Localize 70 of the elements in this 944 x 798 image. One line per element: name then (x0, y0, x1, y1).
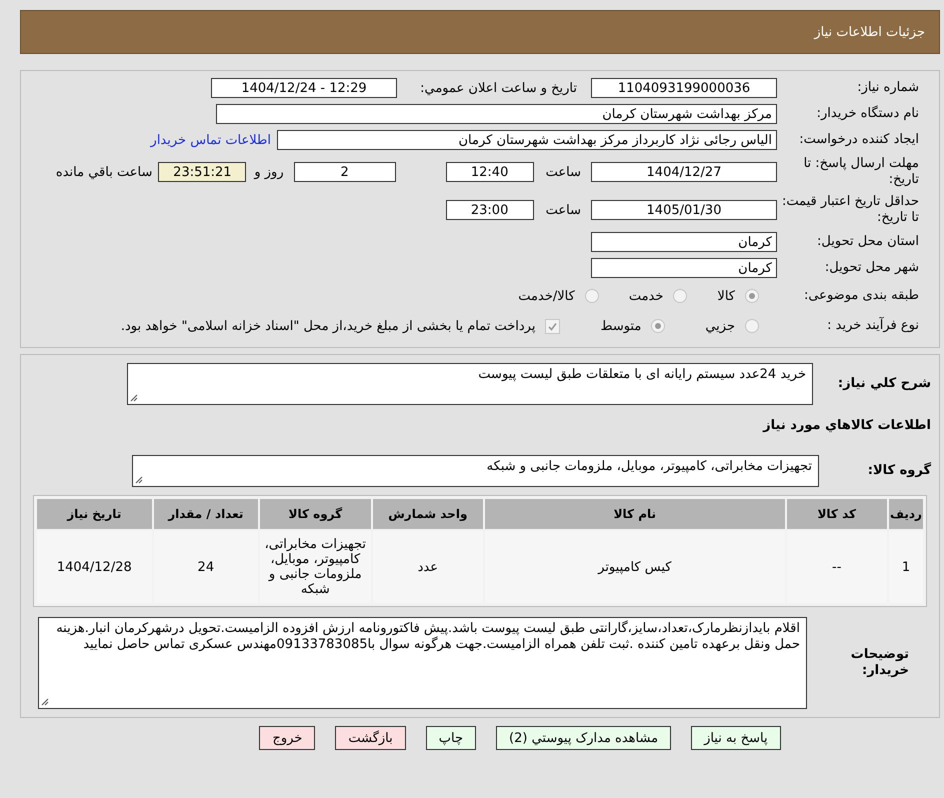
radio-button[interactable] (673, 289, 688, 303)
column-header: واحد شمارش (372, 499, 484, 529)
description-area[interactable]: خرید 24عدد سیستم رایانه ای با متعلقات طبق لیست پیوست (127, 363, 813, 405)
field-label: شرح كلي نياز: (836, 376, 932, 392)
treasury-note: پرداخت تمام یا بخشی از مبلغ خرید،از محل "اسناد خزانه اسلامی" خواهد بود. (120, 318, 536, 334)
table-cell: 24 (154, 531, 258, 603)
radio-button[interactable] (584, 289, 599, 303)
column-header: تاریخ نیاز (37, 499, 152, 529)
section-heading: اطلاعات كالاهاي مورد نياز (762, 418, 932, 434)
field-label: شماره نیاز: (856, 80, 920, 96)
field-label: مهلت ارسال پاسخ: تا تاریخ: (802, 156, 920, 188)
radio-label: کالا (717, 288, 735, 304)
field-label: نوع فرآیند خرید : (826, 318, 920, 334)
action-button[interactable]: خروج (259, 726, 316, 750)
action-button[interactable]: مشاهده مدارک پیوستي (2) (496, 726, 672, 750)
header-title: جزئیات اطلاعات نیاز (814, 24, 925, 40)
checkbox[interactable] (545, 318, 560, 334)
field-label: توضیحات خریدار: (850, 647, 910, 679)
table-cell: -- (786, 531, 887, 603)
column-header: تعداد / مقدار (154, 499, 258, 529)
field-label: نام دستگاه خریدار: (816, 106, 920, 122)
text-field[interactable]: مرکز بهداشت شهرستان کرمان (216, 104, 777, 124)
radio-label: کالا/خدمت (518, 288, 575, 304)
checkmark-icon (548, 322, 558, 330)
radio-label: جزيي (705, 318, 735, 334)
column-header: گروه کالا (260, 499, 371, 529)
action-button[interactable]: پاسخ به نياز (691, 726, 781, 750)
text-field[interactable]: 1405/01/30 (591, 200, 777, 220)
column-header: کد کالا (786, 499, 887, 529)
countdown-field: 23:51:21 (158, 162, 246, 182)
field-label: تاريخ و ساعت اعلان عمومي: (419, 80, 577, 96)
text-field[interactable]: 1404/12/24 - 12:29 (211, 78, 397, 98)
text-field[interactable]: 1104093199000036 (591, 78, 777, 98)
field-label: طبقه بندی موضوعی: (802, 288, 920, 304)
time-label: ساعت (546, 164, 581, 180)
radio-label: خدمت (628, 288, 664, 304)
text-field[interactable]: 12:40 (446, 162, 534, 182)
text-field[interactable]: 2 (294, 162, 396, 182)
action-button[interactable]: بازگشت (335, 726, 406, 750)
table-cell: تجهیزات مخابراتی، کامپیوتر، موبایل، ملزومات جانبی و شبکه (260, 531, 371, 603)
remaining-label: ساعت باقي مانده (56, 164, 152, 180)
column-header: نام کالا (485, 499, 784, 529)
text-field[interactable]: الیاس رجائی نژاد کاربرداز مرکز بهداشت شهرستان کرمان (277, 130, 777, 150)
radio-label: متوسط (600, 318, 642, 334)
table-cell: کیس کامپیوتر (485, 531, 784, 603)
text-field[interactable]: کرمان (591, 258, 777, 278)
table-cell: 1 (888, 531, 923, 603)
time-label: ساعت (546, 202, 581, 218)
table-cell: عدد (372, 531, 484, 603)
field-label: ایجاد کننده درخواست: (798, 132, 920, 148)
resize-grip-icon[interactable] (130, 394, 138, 402)
radio-button[interactable] (651, 319, 666, 333)
field-label: گروه کالا: (866, 463, 932, 479)
action-button[interactable]: چاپ (426, 726, 476, 750)
notes-area[interactable]: اقلام بایدازنظرمارک،تعداد،سایز،گارانتی طبق لیست پیوست باشد.پیش فاکتورونامه ارزش افزوده الزامیست.تحویل درشهرکرمان انبار.هزینه حمل ونقل برعهده تامین کننده .ثبت تلفن همراه الزامیست.جهت هرگونه سوال با09133783085مهندس عسکری تماس حاصل نمایید (38, 617, 807, 709)
field-label: شهر محل تحویل: (824, 260, 920, 276)
resize-grip-icon[interactable] (135, 476, 143, 484)
text-field[interactable]: 1404/12/27 (591, 162, 777, 182)
text-field[interactable]: کرمان (591, 232, 777, 252)
radio-button[interactable] (745, 319, 759, 333)
resize-grip-icon[interactable] (41, 698, 49, 706)
text-field[interactable]: 23:00 (446, 200, 534, 220)
buyer-contact-link[interactable]: اطلاعات تماس خریدار (150, 132, 271, 148)
goods-group-area[interactable]: تجهیزات مخابراتی، کامپیوتر، موبایل، ملزومات جانبی و شبکه (132, 455, 819, 487)
field-label: استان محل تحویل: (816, 234, 920, 250)
column-header: ردیف (888, 499, 923, 529)
table-cell: 1404/12/28 (37, 531, 152, 603)
days-label: روز و (254, 164, 284, 180)
field-label: حداقل تاریخ اعتبار قیمت: تا تاریخ: (780, 194, 920, 226)
radio-button[interactable] (745, 289, 759, 303)
